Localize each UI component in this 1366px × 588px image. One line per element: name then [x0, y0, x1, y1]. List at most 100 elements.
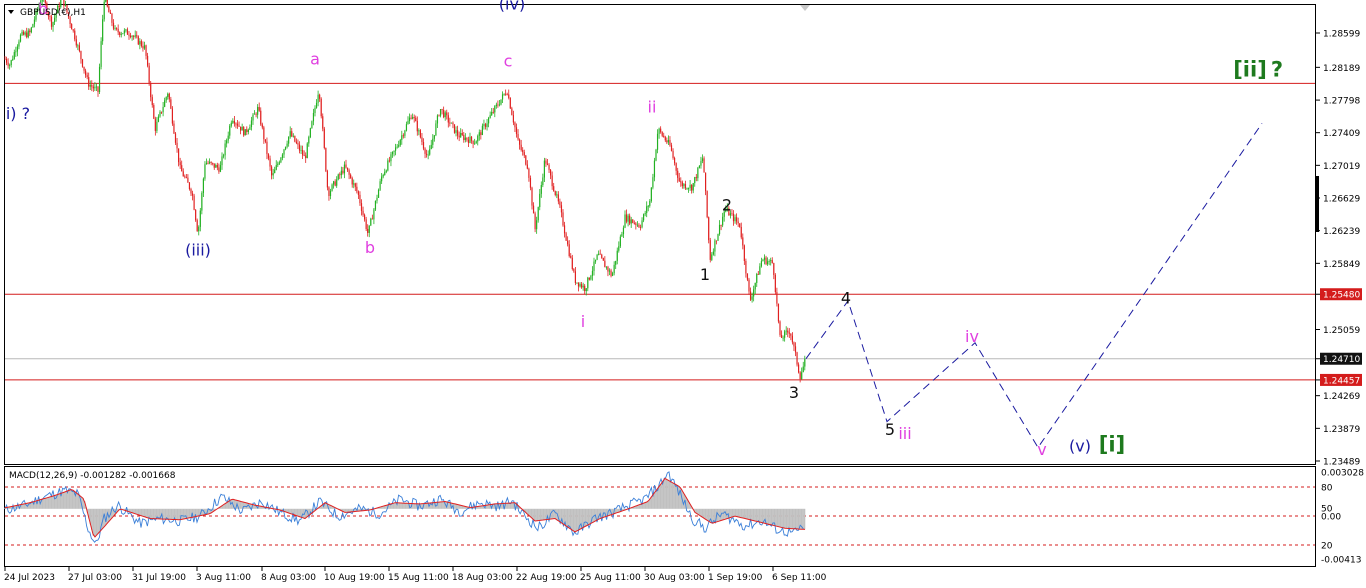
candle-body: [705, 172, 707, 192]
candle-body: [706, 191, 708, 218]
candle-body: [322, 116, 324, 129]
wave-label[interactable]: [ii]: [1233, 57, 1267, 81]
candle-body: [247, 129, 249, 133]
candle-body: [306, 143, 308, 159]
candle-body: [302, 150, 304, 156]
candle-body: [627, 215, 629, 222]
candle-body: [297, 143, 299, 145]
candle-body: [748, 279, 750, 292]
candle-body: [587, 277, 589, 289]
wave-label[interactable]: 2: [722, 195, 732, 214]
candle-body: [157, 116, 160, 122]
price-tick-label: 1.25480: [1323, 291, 1360, 301]
wave-label[interactable]: (v): [1069, 437, 1091, 456]
candle-body: [64, 5, 67, 6]
price-tick-label: 1.24457: [1323, 376, 1360, 386]
candle-body: [436, 115, 439, 124]
candle-body: [188, 182, 191, 189]
wave-label[interactable]: 4: [841, 288, 851, 307]
candle-body: [782, 337, 784, 339]
candle-body: [418, 130, 420, 132]
candle-body: [10, 60, 12, 66]
candle-body: [233, 120, 235, 124]
wave-label[interactable]: iii: [898, 424, 911, 443]
candle-body: [137, 36, 139, 45]
candle-body: [209, 161, 211, 164]
candle-body: [519, 139, 521, 145]
candle-body: [416, 121, 418, 132]
candle-body: [508, 94, 510, 98]
wave-label[interactable]: 1: [700, 265, 710, 284]
candle-body: [754, 282, 756, 290]
wave-label[interactable]: v: [1037, 440, 1046, 459]
wave-label[interactable]: a: [310, 50, 320, 69]
candle-body: [250, 120, 253, 128]
candle-body: [19, 34, 22, 42]
candle-body: [212, 162, 214, 164]
candle-body: [9, 65, 11, 66]
candle-body: [300, 150, 302, 151]
candle-body: [72, 29, 74, 31]
candle-body: [466, 137, 468, 140]
candle-body: [478, 132, 480, 136]
candle-body: [7, 62, 9, 66]
candle-body: [92, 86, 94, 89]
wave-label[interactable]: ii: [648, 97, 657, 116]
wave-label[interactable]: (iv): [499, 0, 525, 13]
candle-body: [271, 166, 273, 176]
candle-body: [639, 227, 642, 228]
wave-label[interactable]: c: [504, 51, 513, 70]
candle-body: [202, 178, 204, 194]
candle-body: [799, 372, 801, 380]
candle-body: [381, 176, 383, 182]
candle-body: [625, 214, 628, 222]
candle-body: [16, 46, 18, 52]
candle-body: [633, 222, 635, 224]
candle-body: [480, 132, 482, 135]
candle-body: [123, 30, 125, 34]
price-panel[interactable]: [4, 4, 1316, 465]
time-tick-label: 10 Aug 19:00: [324, 573, 385, 583]
candle-body: [534, 213, 536, 230]
candle-body: [590, 275, 592, 280]
candle-body: [343, 164, 346, 174]
candle-body: [672, 150, 674, 158]
candle-body: [326, 171, 328, 188]
candle-body: [453, 124, 456, 133]
candle-body: [116, 28, 118, 29]
candle-body: [95, 86, 98, 88]
wave-label[interactable]: iv: [965, 327, 979, 346]
wave-label[interactable]: i) ?: [6, 104, 30, 123]
wave-label[interactable]: ?: [1271, 57, 1283, 81]
wave-label[interactable]: (iii): [185, 241, 211, 260]
candle-body: [762, 259, 764, 262]
candle-body: [387, 160, 389, 171]
candle-body: [128, 34, 130, 36]
candle-body: [469, 136, 471, 143]
candle-body: [545, 160, 547, 164]
scroll-position-marker[interactable]: [1316, 176, 1319, 232]
wave-label[interactable]: i: [581, 312, 585, 331]
wave-label[interactable]: 3: [789, 383, 799, 402]
candle-body: [452, 122, 454, 125]
wave-label[interactable]: b: [365, 238, 375, 257]
candle-body: [77, 45, 79, 47]
wave-label[interactable]: [i]: [1099, 433, 1125, 457]
wave-label[interactable]: 5: [885, 420, 895, 439]
candle-body: [292, 135, 294, 137]
candle-body: [191, 193, 194, 196]
candle-body: [109, 12, 111, 14]
candle-body: [205, 162, 208, 165]
candle-body: [548, 164, 550, 170]
candle-body: [523, 152, 525, 156]
candle-body: [52, 22, 54, 27]
candle-body: [154, 118, 156, 131]
symbol-header[interactable]: GBPUSD(€),H1: [8, 8, 86, 18]
candle-body: [692, 183, 694, 191]
candle-body: [667, 140, 669, 143]
candle-body: [767, 261, 769, 265]
candle-body: [288, 136, 290, 144]
candle-body: [514, 122, 516, 128]
candle-body: [446, 112, 448, 116]
candle-body: [145, 45, 147, 56]
